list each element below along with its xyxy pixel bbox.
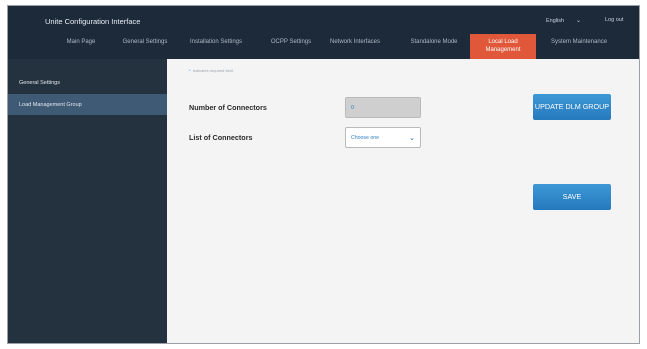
sidebar-item-general-settings[interactable]: General Settings — [8, 72, 167, 93]
update-dlm-group-button[interactable]: UPDATE DLM GROUP — [533, 94, 611, 120]
select-value: Choose one — [351, 134, 379, 141]
asterisk-icon: * — [189, 68, 191, 73]
app-title: Unite Configuration Interface — [45, 17, 141, 26]
number-of-connectors-label: Number of Connectors — [189, 103, 267, 112]
tab-standalone-mode[interactable]: Standalone Mode — [398, 34, 470, 59]
required-note: * Indicates required field — [189, 68, 233, 73]
tab-installation-settings[interactable]: Installation Settings — [180, 34, 252, 59]
tab-main-page[interactable]: Main Page — [45, 34, 117, 59]
sidebar: General Settings Load Management Group — [8, 59, 167, 343]
app-window: Unite Configuration Interface English ⌄ … — [7, 5, 640, 344]
logout-link[interactable]: Log out — [605, 17, 623, 23]
list-of-connectors-select[interactable]: Choose one ⌄ — [345, 127, 421, 148]
tab-network-interfaces[interactable]: Network Interfaces — [316, 34, 394, 59]
chevron-down-icon: ⌄ — [576, 18, 582, 24]
number-of-connectors-field[interactable]: 0 — [345, 97, 421, 118]
main-content: * Indicates required field Number of Conn… — [167, 59, 639, 343]
tab-local-load-management[interactable]: Local Load Management — [470, 34, 536, 59]
tab-system-maintenance[interactable]: System Maintenance — [540, 34, 618, 59]
top-bar: Unite Configuration Interface English ⌄ … — [8, 6, 639, 59]
list-of-connectors-label: List of Connectors — [189, 133, 253, 142]
chevron-down-icon: ⌄ — [409, 134, 415, 142]
main-nav: Main Page General Settings Installation … — [8, 34, 639, 59]
language-selector[interactable]: English ⌄ — [546, 17, 582, 25]
sidebar-item-load-management-group[interactable]: Load Management Group — [8, 94, 167, 115]
save-button[interactable]: SAVE — [533, 184, 611, 210]
tab-general-settings[interactable]: General Settings — [117, 34, 173, 59]
required-note-text: Indicates required field — [192, 68, 233, 73]
language-label: English — [546, 17, 565, 24]
